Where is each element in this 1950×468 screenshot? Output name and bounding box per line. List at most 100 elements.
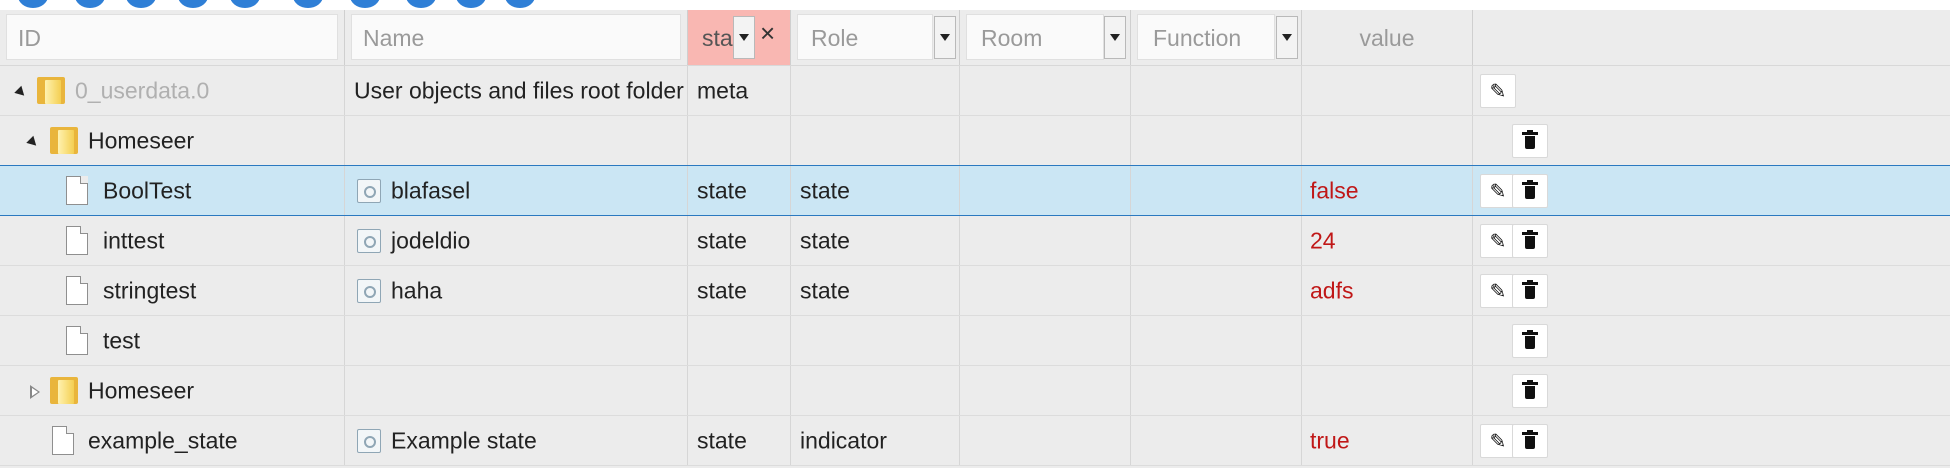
state-icon bbox=[357, 429, 381, 453]
top-toolbar-edge bbox=[0, 0, 1950, 10]
object-value: 24 bbox=[1310, 227, 1336, 253]
type-filter-value: sta bbox=[702, 25, 733, 51]
object-value: false bbox=[1310, 177, 1359, 203]
state-icon bbox=[357, 279, 381, 303]
edit-button[interactable]: ✎ bbox=[1480, 174, 1516, 208]
role-dropdown-icon[interactable] bbox=[934, 16, 956, 59]
object-role: state bbox=[800, 177, 850, 203]
edit-button[interactable]: ✎ bbox=[1480, 74, 1516, 108]
trash-icon bbox=[1525, 286, 1535, 299]
folder-icon bbox=[50, 377, 78, 404]
object-role: indicator bbox=[800, 427, 887, 453]
delete-button[interactable] bbox=[1512, 374, 1548, 408]
room-column-label: Room bbox=[981, 25, 1043, 51]
pencil-icon: ✎ bbox=[1489, 279, 1507, 303]
object-id: test bbox=[103, 327, 141, 353]
trash-icon bbox=[1525, 236, 1535, 249]
object-id: inttest bbox=[103, 227, 165, 253]
toolbar-button-icon[interactable] bbox=[178, 0, 208, 8]
delete-button[interactable] bbox=[1512, 224, 1548, 258]
object-type: meta bbox=[697, 77, 749, 103]
file-icon bbox=[66, 326, 88, 355]
collapse-icon[interactable] bbox=[26, 135, 40, 150]
trash-icon bbox=[1525, 136, 1535, 149]
trash-icon bbox=[1525, 386, 1535, 399]
file-icon bbox=[52, 426, 74, 455]
object-type: state bbox=[697, 427, 747, 453]
object-id: example_state bbox=[88, 427, 238, 453]
name-filter[interactable]: Name bbox=[345, 10, 688, 65]
object-type: state bbox=[697, 227, 747, 253]
state-icon bbox=[357, 229, 381, 253]
room-dropdown-icon[interactable] bbox=[1104, 16, 1126, 59]
object-name: blafasel bbox=[391, 177, 471, 203]
clear-filter-icon[interactable]: × bbox=[760, 18, 775, 49]
trash-icon bbox=[1525, 186, 1535, 199]
expand-icon[interactable] bbox=[30, 385, 40, 399]
toolbar-button-icon[interactable] bbox=[406, 0, 436, 8]
object-value: adfs bbox=[1310, 277, 1354, 303]
object-type: state bbox=[697, 177, 747, 203]
state-icon bbox=[357, 179, 381, 203]
toolbar-button-icon[interactable] bbox=[18, 0, 48, 8]
object-name: jodeldio bbox=[391, 227, 471, 253]
file-icon bbox=[66, 276, 88, 305]
edit-button[interactable]: ✎ bbox=[1480, 424, 1516, 458]
table-row[interactable]: 0_userdata.0 User objects and files root… bbox=[0, 66, 1950, 116]
pencil-icon: ✎ bbox=[1489, 429, 1507, 453]
toolbar-button-icon[interactable] bbox=[75, 0, 105, 8]
name-column-label: Name bbox=[363, 25, 425, 51]
actions-column-header bbox=[1473, 10, 1950, 65]
delete-button[interactable] bbox=[1512, 274, 1548, 308]
table-row[interactable]: stringtest haha state state adfs ✎ bbox=[0, 266, 1950, 316]
object-id: stringtest bbox=[103, 277, 197, 303]
toolbar-button-icon[interactable] bbox=[350, 0, 380, 8]
type-dropdown-icon[interactable] bbox=[733, 16, 755, 59]
toolbar-button-icon[interactable] bbox=[456, 0, 486, 8]
folder-icon bbox=[37, 77, 65, 104]
trash-icon bbox=[1525, 336, 1535, 349]
toolbar-button-icon[interactable] bbox=[126, 0, 156, 8]
file-icon bbox=[66, 226, 88, 255]
edit-button[interactable]: ✎ bbox=[1480, 224, 1516, 258]
type-filter[interactable]: sta × bbox=[688, 10, 791, 65]
table-row-selected[interactable]: BoolTest blafasel state state false ✎ bbox=[0, 165, 1950, 216]
object-name: Example state bbox=[391, 427, 537, 453]
trash-icon bbox=[1525, 436, 1535, 449]
file-icon bbox=[66, 176, 88, 205]
role-filter[interactable]: Role bbox=[791, 10, 960, 65]
table-row[interactable]: Homeseer bbox=[0, 366, 1950, 416]
object-id: BoolTest bbox=[103, 177, 192, 203]
table-row[interactable]: Homeseer bbox=[0, 116, 1950, 166]
id-filter[interactable]: ID bbox=[0, 10, 345, 65]
folder-icon bbox=[50, 127, 78, 154]
pencil-icon: ✎ bbox=[1489, 179, 1507, 203]
delete-button[interactable] bbox=[1512, 124, 1548, 158]
object-name: haha bbox=[391, 277, 443, 303]
room-filter[interactable]: Room bbox=[960, 10, 1131, 65]
object-value: true bbox=[1310, 427, 1350, 453]
function-filter[interactable]: Function bbox=[1131, 10, 1302, 65]
toolbar-button-icon[interactable] bbox=[505, 0, 535, 8]
toolbar-button-icon[interactable] bbox=[230, 0, 260, 8]
delete-button[interactable] bbox=[1512, 324, 1548, 358]
value-column-label: value bbox=[1359, 25, 1415, 51]
table-row[interactable]: inttest jodeldio state state 24 ✎ bbox=[0, 216, 1950, 266]
toolbar-button-icon[interactable] bbox=[293, 0, 323, 8]
role-column-label: Role bbox=[811, 25, 859, 51]
delete-button[interactable] bbox=[1512, 424, 1548, 458]
object-type: state bbox=[697, 277, 747, 303]
table-row[interactable]: example_state Example state state indica… bbox=[0, 416, 1950, 466]
object-id: Homeseer bbox=[88, 377, 195, 403]
delete-button[interactable] bbox=[1512, 174, 1548, 208]
collapse-icon[interactable] bbox=[14, 85, 28, 100]
function-column-label: Function bbox=[1153, 25, 1242, 51]
table-row[interactable]: test bbox=[0, 316, 1950, 366]
object-id: 0_userdata.0 bbox=[75, 77, 210, 103]
edit-button[interactable]: ✎ bbox=[1480, 274, 1516, 308]
object-role: state bbox=[800, 277, 850, 303]
pencil-icon: ✎ bbox=[1489, 229, 1507, 253]
column-filter-header: ID Name sta × Role Room Function value bbox=[0, 10, 1950, 66]
id-column-label: ID bbox=[18, 25, 41, 51]
function-dropdown-icon[interactable] bbox=[1276, 16, 1298, 59]
